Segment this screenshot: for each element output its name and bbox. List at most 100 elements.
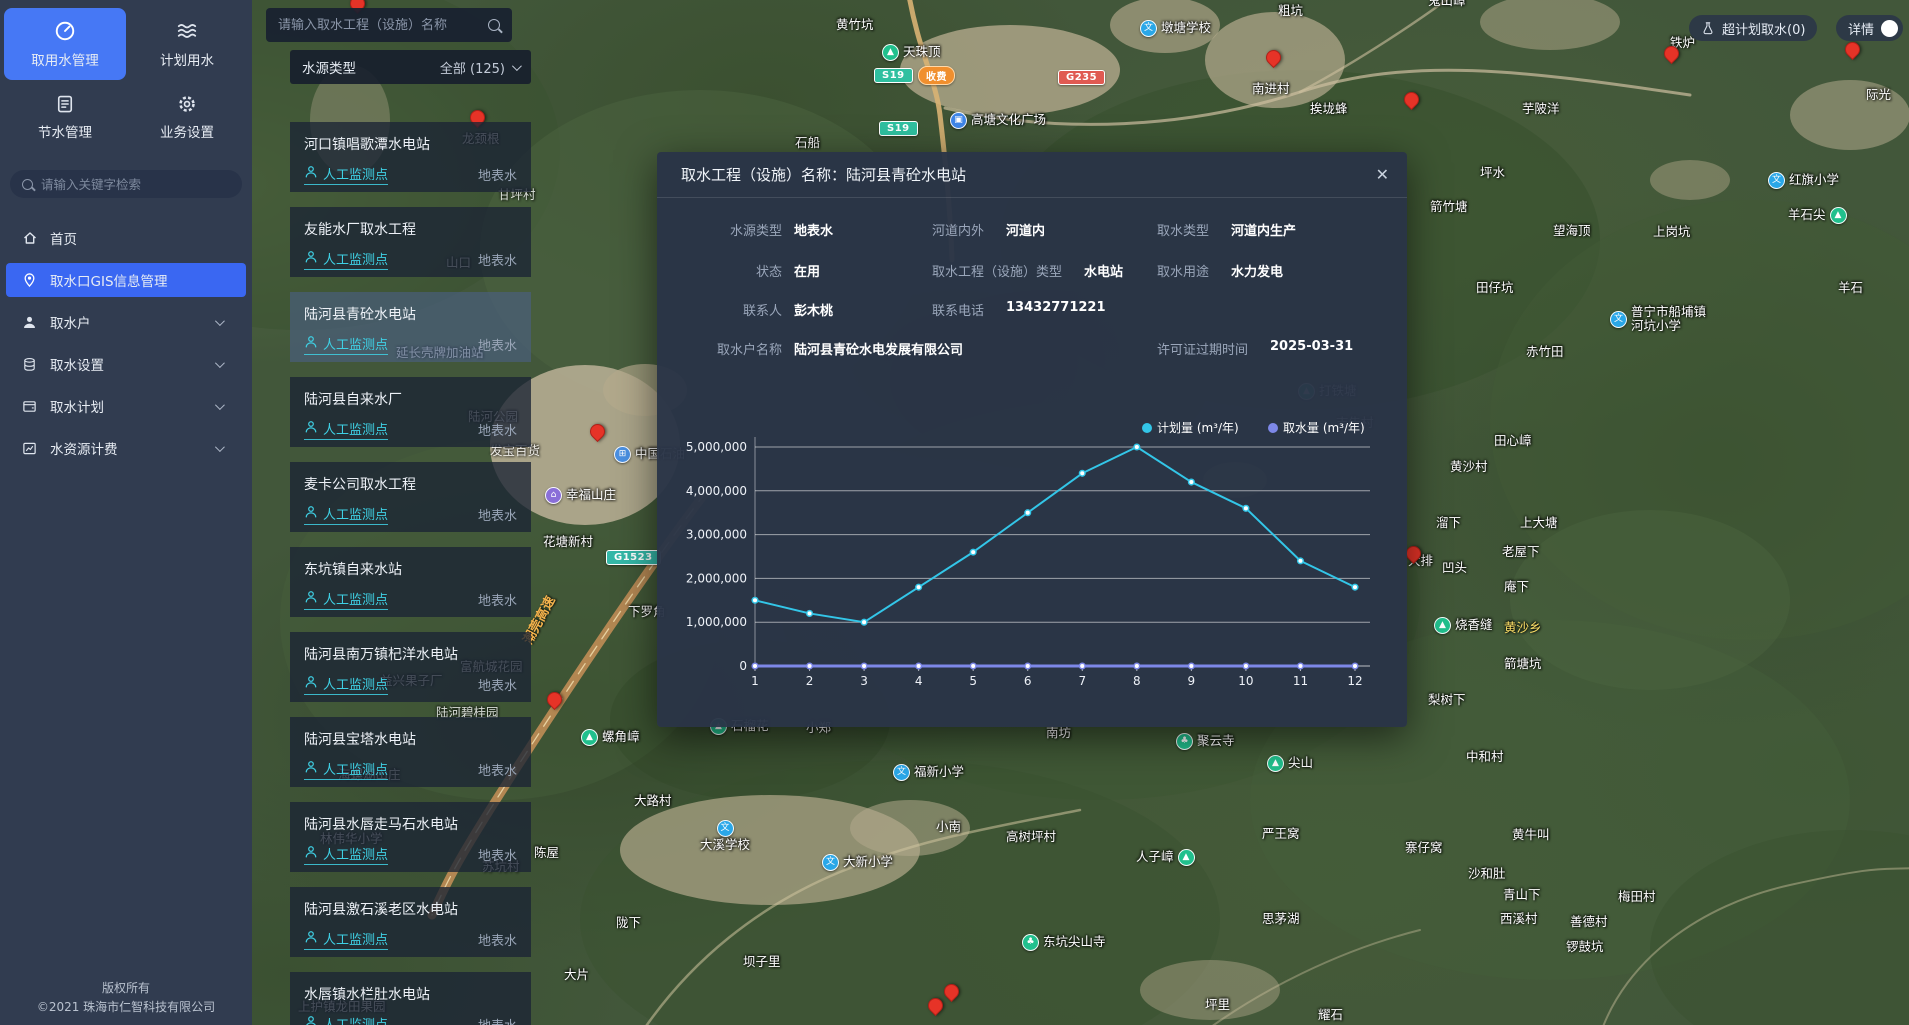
station-search-input[interactable]	[278, 18, 488, 33]
station-list-item[interactable]: 陆河县南万镇杞洋水电站人工监测点地表水	[290, 632, 531, 702]
person-icon	[304, 590, 318, 608]
station-list-item[interactable]: 陆河县自来水厂人工监测点地表水	[290, 377, 531, 447]
manual-monitor-link[interactable]: 人工监测点	[304, 334, 388, 355]
modal-header: 取水工程（设施）名称：陆河县青砼水电站 ✕	[657, 152, 1407, 198]
manual-monitor-link[interactable]: 人工监测点	[304, 929, 388, 950]
module-planned-water[interactable]: 计划用水	[126, 8, 248, 80]
map-label-text: 天珠顶	[903, 45, 941, 59]
manual-monitor-link[interactable]: 人工监测点	[304, 504, 388, 525]
chevron-down-icon[interactable]	[215, 400, 225, 410]
module-label: 节水管理	[38, 121, 92, 141]
chart-x-tick: 2	[806, 674, 814, 688]
map-label: ▲螺角嶂	[581, 729, 640, 746]
sidebar-item-label: 取水计划	[50, 396, 104, 416]
sidebar-item-label: 首页	[50, 228, 77, 248]
sidebar-item-water-billing[interactable]: 水资源计费	[6, 431, 246, 465]
station-list-item[interactable]: 水唇镇水栏肚水电站人工监测点地表水	[290, 972, 531, 1025]
water-source-tag: 地表水	[478, 165, 517, 184]
manual-monitor-link[interactable]: 人工监测点	[304, 164, 388, 185]
sidebar-search[interactable]	[10, 170, 242, 198]
chevron-down-icon[interactable]	[215, 316, 225, 326]
map-label: ▲烧香缝	[1434, 617, 1493, 634]
sidebar-item-intake-plan[interactable]: 取水计划	[6, 389, 246, 423]
module-water-use-mgmt[interactable]: 取用水管理	[4, 8, 126, 80]
map-label: ⌂幸福山庄	[545, 487, 616, 504]
map-label-text: 坪水	[1480, 166, 1505, 180]
map-label-text: 螺角嶂	[602, 730, 640, 744]
station-list-item[interactable]: 友能水厂取水工程人工监测点地表水	[290, 207, 531, 277]
station-search[interactable]	[266, 8, 512, 42]
chart-y-tick: 4,000,000	[686, 484, 747, 498]
manual-monitor-link[interactable]: 人工监测点	[304, 419, 388, 440]
field-value: 水电站	[1084, 261, 1123, 280]
map-label-text: 坪里	[1205, 998, 1230, 1012]
map-label: 严王窝	[1262, 827, 1300, 841]
person-icon	[304, 420, 318, 438]
manual-monitor-link[interactable]: 人工监测点	[304, 589, 388, 610]
detail-row: 取水户名称陆河县青砼水电发展有限公司许可证过期时间2025-03-31	[681, 339, 1383, 359]
person-icon	[304, 250, 318, 268]
temple-icon: ♣	[1176, 733, 1193, 750]
chevron-down-icon[interactable]	[215, 358, 225, 368]
over-plan-button[interactable]: 超计划取水(0)	[1689, 15, 1817, 41]
school-icon: 文	[1768, 172, 1785, 189]
chart-icon	[22, 441, 38, 456]
source-filter-dropdown[interactable]: 全部 (125)	[440, 58, 519, 77]
station-list-item[interactable]: 陆河县宝塔水电站人工监测点地表水	[290, 717, 531, 787]
map-label-text: 溜下	[1436, 516, 1461, 530]
field-group: 取水类型河道内生产	[1157, 220, 1296, 239]
map-label: 黄牛叫	[1512, 828, 1550, 842]
station-list-item[interactable]: 麦卡公司取水工程人工监测点地表水	[290, 462, 531, 532]
toggle-knob[interactable]	[1881, 20, 1898, 37]
module-business-settings[interactable]: 业务设置	[126, 86, 248, 148]
manual-monitor-link[interactable]: 人工监测点	[304, 759, 388, 780]
list-header: 水源类型 全部 (125)	[290, 50, 531, 84]
manual-monitor-link[interactable]: 人工监测点	[304, 1014, 388, 1025]
manual-monitor-link[interactable]: 人工监测点	[304, 844, 388, 865]
map-label-text: 羊石尖	[1788, 208, 1826, 222]
manual-monitor-link[interactable]: 人工监测点	[304, 249, 388, 270]
person-icon	[304, 1015, 318, 1025]
chart-y-tick: 3,000,000	[686, 528, 747, 542]
field-value: 地表水	[794, 220, 833, 239]
station-list-item[interactable]: 河口镇唱歌潭水电站人工监测点地表水	[290, 122, 531, 192]
station-list-item[interactable]: 陆河县激石溪老区水电站人工监测点地表水	[290, 887, 531, 957]
mountain-icon: ▲	[1434, 617, 1451, 634]
map-label-text: 挨垅蜂	[1310, 102, 1348, 116]
flask-icon	[1701, 21, 1715, 36]
detail-toggle[interactable]: 详情	[1836, 15, 1903, 41]
map-label-text: 小南	[936, 820, 961, 834]
close-icon[interactable]: ✕	[1376, 167, 1389, 183]
station-list-item[interactable]: 陆河县水唇走马石水电站人工监测点地表水	[290, 802, 531, 872]
map-label: 梅田村	[1618, 890, 1656, 904]
map-label: 小南	[936, 820, 961, 834]
manual-monitor-link[interactable]: 人工监测点	[304, 674, 388, 695]
station-list-item[interactable]: 东坑镇自来水站人工监测点地表水	[290, 547, 531, 617]
sidebar-search-input[interactable]	[41, 177, 230, 192]
station-list-item[interactable]: 陆河县青砼水电站人工监测点地表水	[290, 292, 531, 362]
map-label: 老屋下	[1502, 545, 1540, 559]
field-label: 水源类型	[681, 220, 782, 239]
map-label-text: 田仔坑	[1476, 281, 1514, 295]
sidebar: 取用水管理 计划用水 节水管理 业务设置 首页取水口GIS信息管理取水户取水设置…	[0, 0, 252, 1025]
sidebar-item-intake-settings[interactable]: 取水设置	[6, 347, 246, 381]
map-label-text: 大新小学	[843, 855, 893, 869]
map-label-text: 际光	[1866, 88, 1891, 102]
sidebar-item-home[interactable]: 首页	[6, 221, 246, 255]
map-label: 南进村	[1252, 82, 1290, 96]
field-label: 联系电话	[932, 300, 984, 319]
map-label: 花塘新村	[543, 535, 593, 549]
map-label: 石船	[795, 136, 820, 150]
sidebar-item-water-users[interactable]: 取水户	[6, 305, 246, 339]
sidebar-item-gis[interactable]: 取水口GIS信息管理	[6, 263, 246, 297]
map-label-text: 高树坪村	[1006, 830, 1056, 844]
map-label: ▲天珠顶	[882, 44, 941, 61]
chart-legend: 计划量 (m³/年)取水量 (m³/年)	[1142, 421, 1365, 435]
module-water-saving[interactable]: 节水管理	[4, 86, 126, 148]
field-group: 取水工程（设施）类型水电站	[932, 261, 1123, 280]
map-label-text: 人子嶂	[1136, 850, 1174, 864]
map-label: 文大新小学	[822, 854, 893, 871]
map-label: 凹头	[1442, 561, 1467, 575]
chevron-down-icon[interactable]	[215, 442, 225, 452]
map-label: 赤竹田	[1526, 345, 1564, 359]
